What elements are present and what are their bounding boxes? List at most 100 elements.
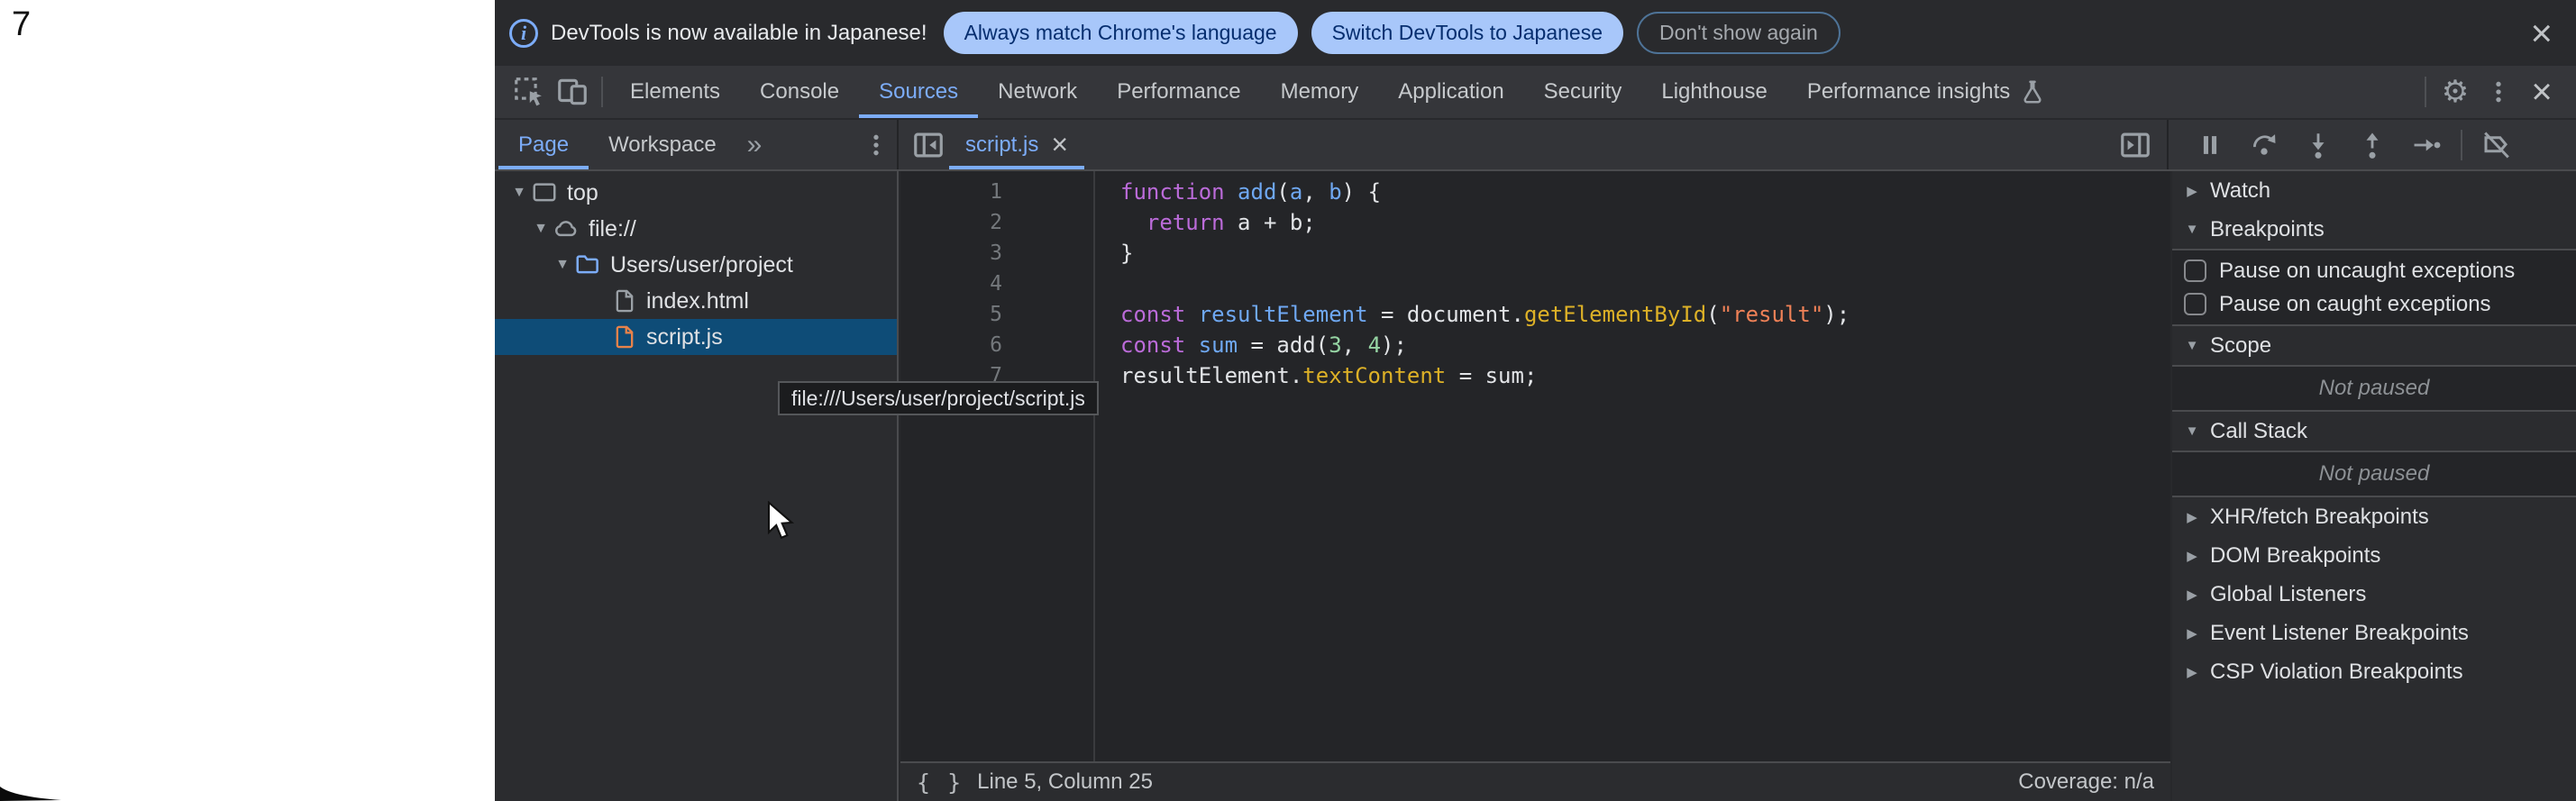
line-number[interactable]: 5 [900, 299, 1013, 330]
navigator-tab-workspace[interactable]: Workspace [589, 120, 736, 169]
inspect-icon[interactable] [507, 66, 551, 118]
section-header-global-listeners[interactable]: ▶Global Listeners [2172, 575, 2576, 614]
code-line-2[interactable]: return a + b; [1120, 207, 1850, 238]
file-js-icon [612, 324, 637, 350]
editor-statusbar: { } Line 5, Column 25 Coverage: n/a [900, 761, 2170, 801]
tree-item-label: file:// [589, 216, 636, 242]
checkbox-pause-on-caught-exceptions[interactable] [2184, 293, 2206, 315]
close-devtools-icon[interactable]: × [2520, 66, 2563, 118]
tree-item-file[interactable]: ▼ file:// [495, 211, 897, 247]
tab-label: Application [1398, 79, 1503, 105]
line-number[interactable]: 4 [900, 269, 1013, 299]
section-label: CSP Violation Breakpoints [2210, 660, 2463, 685]
checkbox-label: Pause on caught exceptions [2219, 292, 2491, 317]
section-header-xhr-fetch-breakpoints[interactable]: ▶XHR/fetch Breakpoints [2172, 497, 2576, 536]
device-toolbar-icon[interactable] [551, 66, 594, 118]
cloud-icon [553, 215, 580, 242]
tab-label: Security [1544, 79, 1622, 105]
tree-expanded-arrow-icon[interactable]: ▼ [507, 185, 531, 201]
section-header-breakpoints[interactable]: ▼Breakpoints [2172, 210, 2576, 249]
infobar-button-switch-devtools-to-japanese[interactable]: Switch DevTools to Japanese [1311, 12, 1623, 54]
editor-tab-scriptjs[interactable]: script.js × [949, 120, 1084, 169]
tab-label: Network [998, 79, 1077, 105]
kebab-menu-icon[interactable] [2477, 66, 2520, 118]
infobar-button-don-t-show-again[interactable]: Don't show again [1637, 12, 1841, 54]
tab-memory[interactable]: Memory [1261, 66, 1379, 118]
tab-label: Console [760, 79, 839, 105]
tree-expanded-arrow-icon[interactable]: ▼ [529, 221, 553, 237]
step-icon[interactable] [2408, 127, 2444, 163]
tree-expanded-arrow-icon[interactable]: ▼ [551, 257, 574, 273]
tree-item-label: index.html [646, 288, 749, 314]
navigator-tab-page[interactable]: Page [498, 120, 589, 169]
editor-tab-label: script.js [965, 132, 1038, 158]
checkbox-pause-on-uncaught-exceptions[interactable] [2184, 259, 2206, 282]
tab-label: Elements [630, 79, 720, 105]
line-number[interactable]: 6 [900, 330, 1013, 360]
navigator-menu-icon[interactable] [855, 120, 897, 169]
section-expanded-arrow-icon: ▼ [2183, 222, 2201, 237]
section-header-scope[interactable]: ▼Scope [2172, 326, 2576, 365]
settings-gear-icon[interactable]: ⚙ [2434, 66, 2477, 118]
code-line-5[interactable]: const resultElement = document.getElemen… [1120, 299, 1850, 330]
infobar-button-always-match-chrome-s-language[interactable]: Always match Chrome's language [944, 12, 1298, 54]
tab-label: Performance [1117, 79, 1240, 105]
section-header-csp-violation-breakpoints[interactable]: ▶CSP Violation Breakpoints [2172, 652, 2576, 691]
more-tabs-icon[interactable]: » [736, 120, 773, 169]
tree-item-label: top [567, 180, 598, 206]
cursor-position-status: Line 5, Column 25 [977, 769, 1153, 795]
tab-performance-insights[interactable]: Performance insights [1787, 66, 2066, 118]
tab-label: Sources [879, 79, 958, 105]
divider [601, 77, 603, 107]
tab-performance[interactable]: Performance [1097, 66, 1260, 118]
section-label: XHR/fetch Breakpoints [2210, 505, 2429, 530]
tab-security[interactable]: Security [1524, 66, 1642, 118]
divider [2461, 130, 2462, 160]
line-number[interactable]: 1 [900, 177, 1013, 207]
tab-lighthouse[interactable]: Lighthouse [1641, 66, 1786, 118]
step-out-icon[interactable] [2354, 127, 2390, 163]
coverage-status[interactable]: Coverage: n/a [2018, 769, 2154, 795]
line-number[interactable]: 3 [900, 238, 1013, 269]
close-tab-icon[interactable]: × [1051, 128, 1068, 161]
hide-debugger-sidebar-icon[interactable] [2115, 120, 2156, 169]
code-line-3[interactable]: } [1120, 238, 1850, 269]
section-header-event-listener-breakpoints[interactable]: ▶Event Listener Breakpoints [2172, 614, 2576, 652]
line-number[interactable]: 2 [900, 207, 1013, 238]
tree-item-users-user-project[interactable]: ▼Users/user/project [495, 247, 897, 283]
tree-item-top[interactable]: ▼ top [495, 175, 897, 211]
infobar-close-icon[interactable]: × [2530, 14, 2553, 52]
section-label: Call Stack [2210, 419, 2307, 444]
tree-item-script-js[interactable]: script.js [495, 319, 897, 355]
step-into-icon[interactable] [2300, 127, 2336, 163]
tree-item-label: script.js [646, 324, 723, 350]
code-line-4[interactable] [1120, 269, 1850, 299]
section-collapsed-arrow-icon: ▶ [2183, 183, 2201, 199]
tab-application[interactable]: Application [1378, 66, 1523, 118]
section-label: Global Listeners [2210, 582, 2366, 607]
code-line-7[interactable]: resultElement.textContent = sum; [1120, 360, 1850, 391]
tab-elements[interactable]: Elements [610, 66, 740, 118]
code-editor[interactable]: 1234567 function add(a, b) { return a + … [900, 171, 2170, 801]
step-over-icon[interactable] [2246, 127, 2282, 163]
tab-sources[interactable]: Sources [859, 66, 978, 118]
code-line-1[interactable]: function add(a, b) { [1120, 177, 1850, 207]
not-paused-status: Not paused [2172, 452, 2576, 496]
navigator-header: PageWorkspace » [495, 120, 899, 169]
section-expanded-arrow-icon: ▼ [2183, 423, 2201, 439]
deactivate-breakpoints-icon[interactable] [2479, 127, 2515, 163]
editor-tabstrip: script.js × [899, 120, 2169, 169]
section-header-watch[interactable]: ▶Watch [2172, 171, 2576, 210]
not-paused-status: Not paused [2172, 367, 2576, 410]
tab-console[interactable]: Console [740, 66, 859, 118]
tab-network[interactable]: Network [978, 66, 1097, 118]
hide-navigator-icon[interactable] [908, 120, 949, 169]
section-header-call-stack[interactable]: ▼ Call Stack [2172, 412, 2576, 451]
section-header-dom-breakpoints[interactable]: ▶DOM Breakpoints [2172, 536, 2576, 575]
pretty-print-icon[interactable]: { } [917, 769, 963, 796]
tab-label: Performance insights [1807, 79, 2010, 105]
tree-item-index-html[interactable]: index.html [495, 283, 897, 319]
pause-icon[interactable] [2192, 127, 2228, 163]
code-line-6[interactable]: const sum = add(3, 4); [1120, 330, 1850, 360]
line-number-gutter[interactable]: 1234567 [900, 177, 1013, 391]
